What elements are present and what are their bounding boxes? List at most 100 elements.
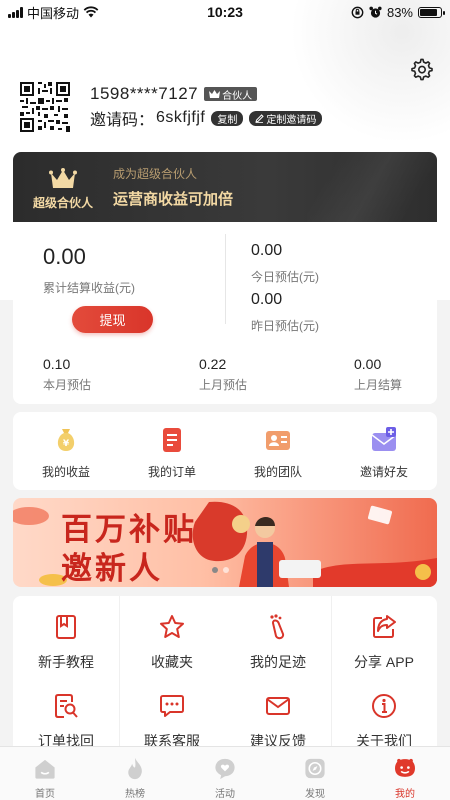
invite-row: 邀请码： 6skfjfjf 复制 定制邀请码 [90,106,323,130]
carousel-dot-active [212,567,218,573]
yesterday-estimate-amount: 0.00 [251,291,283,308]
status-right: 83% [351,5,445,20]
invite-code-value: 6skfjfjf [156,109,206,126]
promo-subtitle: 邀新人 [61,551,163,586]
carousel-dot [223,567,229,573]
quick-item-label: 邀请好友 [359,465,408,479]
smiley-icon [395,758,415,777]
stat-value: 0.22 [199,356,227,372]
service-favorites[interactable]: 收藏夹 [119,613,225,672]
service-label: 新手教程 [38,654,94,670]
service-label: 分享 APP [354,654,414,670]
copy-button[interactable]: 复制 [211,110,244,126]
banner-decoration [307,152,437,222]
bottom-tab-bar: 首页 热榜 活动 发现 我的 [0,746,450,800]
profile-info: 1598****7127 合伙人 邀请码： 6skfjfjf 复制 定制邀请码 [90,84,323,130]
quick-item-label: 我的订单 [147,465,196,479]
qr-code-image[interactable] [20,82,70,132]
star-icon [160,615,184,638]
status-time: 10:23 [207,4,243,20]
stat-last-month-estimate: 0.22 上月预估 [199,356,247,393]
stats-row: 0.10 本月预估 0.22 上月预估 0.00 上月结算 [13,356,437,404]
total-earnings-label: 累计结算收益(元) [43,281,135,295]
divider [225,234,226,324]
total-earnings-amount: 0.00 [43,244,86,269]
stat-value: 0.00 [354,356,382,372]
settings-gear-icon[interactable] [410,58,434,82]
wifi-icon [83,6,99,18]
status-bar: 中国移动 10:23 83% [0,0,450,24]
tab-label: 首页 [35,789,55,800]
yesterday-estimate-label: 昨日预估(元) [251,319,319,333]
compass-icon [305,758,325,779]
footprint-icon [270,614,285,640]
super-partner-subtitle: 成为超级合伙人 [113,167,198,181]
edit-icon [255,113,265,123]
stat-label: 本月预估 [43,378,92,392]
mail-icon [266,697,290,715]
quick-item-orders[interactable]: 我的订单 [119,412,225,490]
service-feedback[interactable]: 建议反馈 [225,692,331,751]
battery-icon [418,6,445,18]
today-estimate-amount: 0.00 [251,242,283,259]
status-left: 中国移动 [8,3,99,22]
custom-invite-code-label: 定制邀请码 [266,114,317,126]
book-icon [56,615,76,639]
promo-banner[interactable]: 百万补贴 邀新人 [13,498,437,587]
quick-item-invite[interactable]: 邀请好友 [331,412,437,490]
order-icon [163,428,181,452]
copy-button-label: 复制 [217,114,238,126]
orientation-lock-icon [351,6,364,18]
service-label: 我的足迹 [250,654,306,670]
earnings-card: 超级合伙人 成为超级合伙人 运营商收益可加倍 0.00 累计结算收益(元) 提现… [13,152,437,404]
invite-envelope-icon [371,427,397,451]
withdraw-button[interactable]: 提现 [72,306,153,333]
order-search-icon [55,694,78,718]
home-icon [35,759,55,779]
super-partner-banner[interactable]: 超级合伙人 成为超级合伙人 运营商收益可加倍 [13,152,437,222]
tab-home[interactable]: 首页 [0,747,90,800]
phone-row: 1598****7127 合伙人 [90,84,322,104]
crown-icon [209,90,221,98]
services-grid: 新手教程 收藏夹 我的足迹 分享 APP 订单找回 联系客服 建议反馈 关于我们 [13,596,437,756]
tab-label: 发现 [305,789,325,800]
service-footprint[interactable]: 我的足迹 [225,613,331,672]
service-order-recovery[interactable]: 订单找回 [13,692,119,751]
quick-item-label: 我的团队 [253,465,302,479]
quick-item-label: 我的收益 [41,465,90,479]
today-estimate-label: 今日预估(元) [251,270,319,284]
money-bag-icon: ¥ [57,429,75,451]
tab-label: 活动 [215,789,235,800]
tab-mine[interactable]: 我的 [360,747,450,800]
profile-header: 1598****7127 合伙人 邀请码： 6skfjfjf 复制 定制邀请码 [20,82,323,132]
carousel-dots [212,567,229,573]
tab-activity[interactable]: 活动 [180,747,270,800]
gold-crown-icon [49,167,77,188]
custom-invite-code-button[interactable]: 定制邀请码 [249,110,323,126]
partner-badge-label: 合伙人 [222,90,253,102]
super-partner-title: 超级合伙人 [32,195,93,210]
super-partner-text: 成为超级合伙人 运营商收益可加倍 [113,165,233,209]
quick-item-team[interactable]: 我的团队 [225,412,331,490]
svg-text:¥: ¥ [63,439,70,449]
service-tutorial[interactable]: 新手教程 [13,613,119,672]
team-card-icon [266,431,290,450]
service-customer-service[interactable]: 联系客服 [119,692,225,751]
earnings-summary: 0.00 累计结算收益(元) 提现 0.00 今日预估(元) 0.00 昨日预估… [13,222,437,333]
stat-label: 上月结算 [354,378,403,392]
partner-badge: 合伙人 [204,87,258,102]
quick-item-earnings[interactable]: ¥ 我的收益 [13,412,119,490]
invite-code-label: 邀请码： [90,112,155,129]
tab-discover[interactable]: 发现 [270,747,360,800]
tab-label: 我的 [395,789,415,800]
stat-this-month: 0.10 本月预估 [43,356,91,393]
info-icon [372,694,396,718]
tab-hot[interactable]: 热榜 [90,747,180,800]
service-about-us[interactable]: 关于我们 [331,692,437,751]
service-share-app[interactable]: 分享 APP [331,613,437,672]
heart-bubble-icon [215,758,235,780]
carrier-name: 中国移动 [27,5,80,21]
phone-number: 1598****7127 [90,84,199,103]
super-partner-headline: 运营商收益可加倍 [113,191,234,208]
tab-label: 热榜 [125,789,145,800]
